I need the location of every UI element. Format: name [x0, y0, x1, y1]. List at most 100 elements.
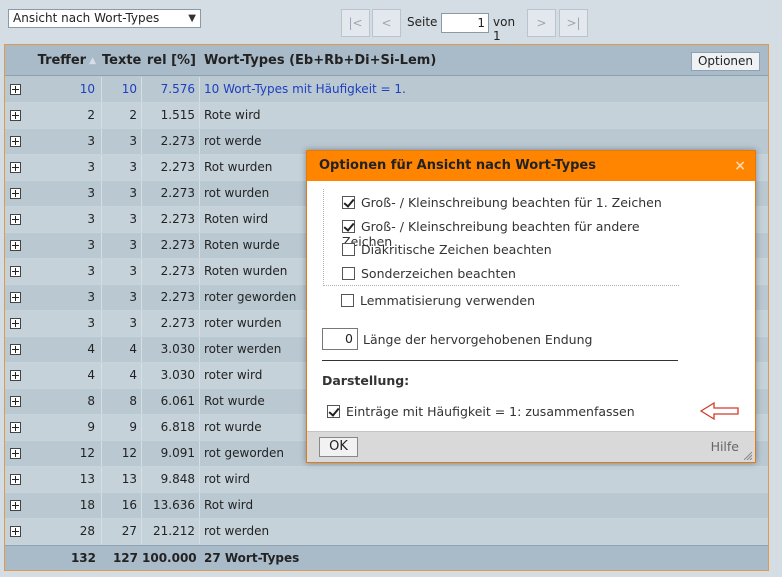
cell-texte: 4 — [102, 337, 142, 362]
view-select[interactable]: Ansicht nach Wort-Types ▼ — [8, 9, 201, 28]
table-footer: 132 127 100.000 27 Wort-Types — [5, 545, 768, 570]
checkbox-special-chars[interactable] — [342, 267, 355, 280]
cell-treffer: 4 — [28, 363, 102, 388]
prev-page-button[interactable]: < — [372, 9, 401, 37]
option-case-first-label: Groß- / Kleinschreibung beachten für 1. … — [361, 195, 662, 210]
expand-plus-icon[interactable] — [10, 84, 21, 95]
option-lemmatization[interactable]: Lemmatisierung verwenden — [341, 293, 535, 308]
expand-cell[interactable] — [5, 285, 28, 310]
total-wort-types: 27 Wort-Types — [204, 551, 300, 565]
table-header: Treffer ▲ Texte rel [%] Wort-Types (Eb+Rb… — [5, 45, 768, 76]
expand-plus-icon[interactable] — [10, 396, 21, 407]
cell-rel: 7.576 — [142, 77, 200, 102]
expand-plus-icon[interactable] — [10, 240, 21, 251]
cell-treffer: 3 — [28, 233, 102, 258]
expand-plus-icon[interactable] — [10, 318, 21, 329]
expand-cell[interactable] — [5, 259, 28, 284]
option-diacritics-label: Diakritische Zeichen beachten — [361, 242, 552, 257]
checkbox-merge-singletons[interactable] — [327, 405, 340, 418]
cell-texte: 10 — [102, 77, 142, 102]
cell-texte: 3 — [102, 155, 142, 180]
close-icon[interactable]: × — [734, 151, 746, 181]
expand-plus-icon[interactable] — [10, 214, 21, 225]
cell-texte: 2 — [102, 103, 142, 128]
checkbox-diacritics[interactable] — [342, 243, 355, 256]
dialog-title: Optionen für Ansicht nach Wort-Types — [319, 158, 596, 173]
expand-plus-icon[interactable] — [10, 422, 21, 433]
expand-cell[interactable] — [5, 441, 28, 466]
option-special-chars[interactable]: Sonderzeichen beachten — [342, 266, 516, 281]
last-page-button[interactable]: >| — [559, 9, 588, 37]
expand-cell[interactable] — [5, 467, 28, 492]
expand-cell[interactable] — [5, 207, 28, 232]
cell-wort-type: 10 Wort-Types mit Häufigkeit = 1. — [204, 82, 406, 96]
page-label: Seite — [407, 15, 438, 29]
expand-cell[interactable] — [5, 519, 28, 544]
checkbox-case-first[interactable] — [342, 196, 355, 209]
cell-rel: 3.030 — [142, 363, 200, 388]
cell-treffer: 4 — [28, 337, 102, 362]
cell-rel: 1.515 — [142, 103, 200, 128]
expand-cell[interactable] — [5, 181, 28, 206]
cell-treffer: 3 — [28, 259, 102, 284]
expand-cell[interactable] — [5, 337, 28, 362]
expand-cell[interactable] — [5, 389, 28, 414]
expand-plus-icon[interactable] — [10, 526, 21, 537]
help-link[interactable]: Hilfe — [711, 439, 739, 454]
option-case-first[interactable]: Groß- / Kleinschreibung beachten für 1. … — [342, 195, 662, 210]
expand-plus-icon[interactable] — [10, 266, 21, 277]
expand-column-header — [5, 45, 28, 75]
expand-plus-icon[interactable] — [10, 162, 21, 173]
table-row[interactable]: 10 10 7.576 10 Wort-Types mit Häufigkeit = … — [5, 77, 768, 103]
expand-cell[interactable] — [5, 233, 28, 258]
option-diacritics[interactable]: Diakritische Zeichen beachten — [342, 242, 552, 257]
table-row[interactable]: 18 16 13.636 Rot wird — [5, 493, 768, 519]
expand-cell[interactable] — [5, 311, 28, 336]
expand-plus-icon[interactable] — [10, 448, 21, 459]
expand-cell[interactable] — [5, 493, 28, 518]
page-number-input[interactable]: 1 — [441, 13, 489, 33]
cell-wort-type: Rote wird — [204, 108, 261, 122]
next-page-button[interactable]: > — [527, 9, 556, 37]
cell-treffer: 3 — [28, 207, 102, 232]
header-rel[interactable]: rel [%] — [142, 45, 200, 75]
expand-plus-icon[interactable] — [10, 500, 21, 511]
header-texte[interactable]: Texte — [102, 45, 142, 75]
expand-cell[interactable] — [5, 103, 28, 128]
checkbox-case-other[interactable] — [342, 220, 355, 233]
table-row[interactable]: 13 13 9.848 rot wird — [5, 467, 768, 493]
cell-rel: 2.273 — [142, 129, 200, 154]
option-merge-singletons[interactable]: Einträge mit Häufigkeit = 1: zusammenfas… — [327, 404, 635, 419]
cell-treffer: 2 — [28, 103, 102, 128]
expand-plus-icon[interactable] — [10, 292, 21, 303]
ok-button[interactable]: OK — [319, 437, 358, 457]
expand-plus-icon[interactable] — [10, 344, 21, 355]
cell-rel: 2.273 — [142, 285, 200, 310]
dialog-titlebar[interactable]: Optionen für Ansicht nach Wort-Types × — [307, 151, 755, 181]
expand-plus-icon[interactable] — [10, 136, 21, 147]
expand-cell[interactable] — [5, 155, 28, 180]
dialog-footer: OK Hilfe — [307, 431, 755, 462]
view-select-value: Ansicht nach Wort-Types — [13, 11, 160, 25]
ending-length-input[interactable]: 0 — [322, 328, 358, 350]
expand-plus-icon[interactable] — [10, 110, 21, 121]
checkbox-lemmatization[interactable] — [341, 294, 354, 307]
table-row[interactable]: 2 2 1.515 Rote wird — [5, 103, 768, 129]
cell-treffer: 10 — [28, 77, 102, 102]
expand-cell[interactable] — [5, 415, 28, 440]
expand-plus-icon[interactable] — [10, 370, 21, 381]
header-treffer[interactable]: Treffer ▲ — [28, 45, 102, 75]
header-wort-types[interactable]: Wort-Types (Eb+Rb+Di+Si-Lem) — [200, 45, 768, 75]
expand-cell[interactable] — [5, 129, 28, 154]
first-page-button[interactable]: |< — [341, 9, 370, 37]
expand-cell[interactable] — [5, 77, 28, 102]
expand-plus-icon[interactable] — [10, 474, 21, 485]
resize-grip-icon[interactable] — [744, 452, 752, 460]
expand-plus-icon[interactable] — [10, 188, 21, 199]
cell-texte: 8 — [102, 389, 142, 414]
cell-rel: 3.030 — [142, 337, 200, 362]
options-button[interactable]: Optionen — [691, 52, 760, 71]
expand-cell[interactable] — [5, 363, 28, 388]
cell-wort-type: Rot wird — [204, 498, 254, 512]
table-row[interactable]: 28 27 21.212 rot werden — [5, 519, 768, 545]
